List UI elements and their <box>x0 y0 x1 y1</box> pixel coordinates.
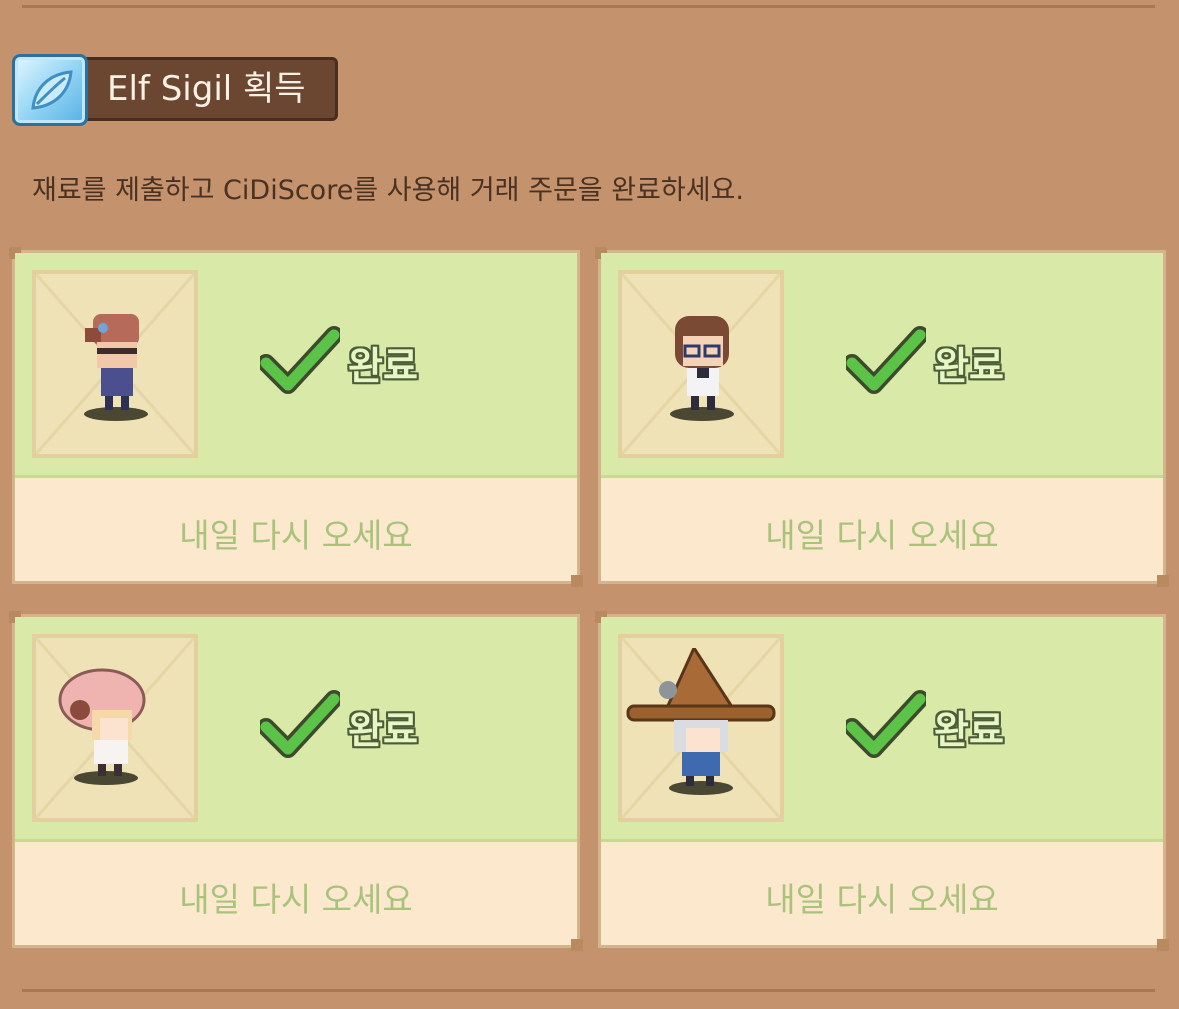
come-back-tomorrow-button[interactable]: 내일 다시 오세요 <box>601 842 1163 945</box>
come-back-tomorrow-label: 내일 다시 오세요 <box>765 880 999 919</box>
character-portrait <box>618 270 784 458</box>
character-portrait <box>32 270 198 458</box>
brown-hair-glasses-character-icon <box>670 316 734 421</box>
order-card-status-area: 완료 <box>15 617 577 842</box>
order-description: 재료를 제출하고 CiDiScore를 사용해 거래 주문을 완료하세요. <box>32 175 744 206</box>
check-icon <box>846 690 926 758</box>
order-card: 완료 내일 다시 오세요 <box>9 611 583 951</box>
character-portrait <box>32 634 198 822</box>
status-complete-label: 완료 <box>348 708 418 752</box>
badge-title: Elf Sigil 획득 <box>64 57 338 121</box>
order-card: 완료 내일 다시 오세요 <box>9 247 583 587</box>
check-icon <box>260 326 340 394</box>
bottom-divider <box>22 989 1155 992</box>
come-back-tomorrow-button[interactable]: 내일 다시 오세요 <box>15 478 577 581</box>
check-icon <box>846 326 926 394</box>
come-back-tomorrow-button[interactable]: 내일 다시 오세요 <box>601 478 1163 581</box>
pink-hood-blonde-character-icon <box>58 668 146 785</box>
order-card-status-area: 완료 <box>601 253 1163 478</box>
order-card-status-area: 완료 <box>601 617 1163 842</box>
witch-hat-grey-hair-character-icon <box>626 648 776 795</box>
come-back-tomorrow-label: 내일 다시 오세요 <box>179 516 413 555</box>
order-card: 완료 내일 다시 오세요 <box>595 611 1169 951</box>
red-hair-bandana-character-icon <box>84 314 148 421</box>
status-complete-label: 완료 <box>348 344 418 388</box>
come-back-tomorrow-label: 내일 다시 오세요 <box>179 880 413 919</box>
check-icon <box>260 690 340 758</box>
elf-sigil-icon <box>12 54 88 126</box>
status-complete-label: 완료 <box>934 708 1004 752</box>
status-complete-label: 완료 <box>934 344 1004 388</box>
character-portrait <box>618 634 784 822</box>
order-card: 완료 내일 다시 오세요 <box>595 247 1169 587</box>
order-card-status-area: 완료 <box>15 253 577 478</box>
come-back-tomorrow-button[interactable]: 내일 다시 오세요 <box>15 842 577 945</box>
come-back-tomorrow-label: 내일 다시 오세요 <box>765 516 999 555</box>
top-divider <box>22 5 1155 8</box>
